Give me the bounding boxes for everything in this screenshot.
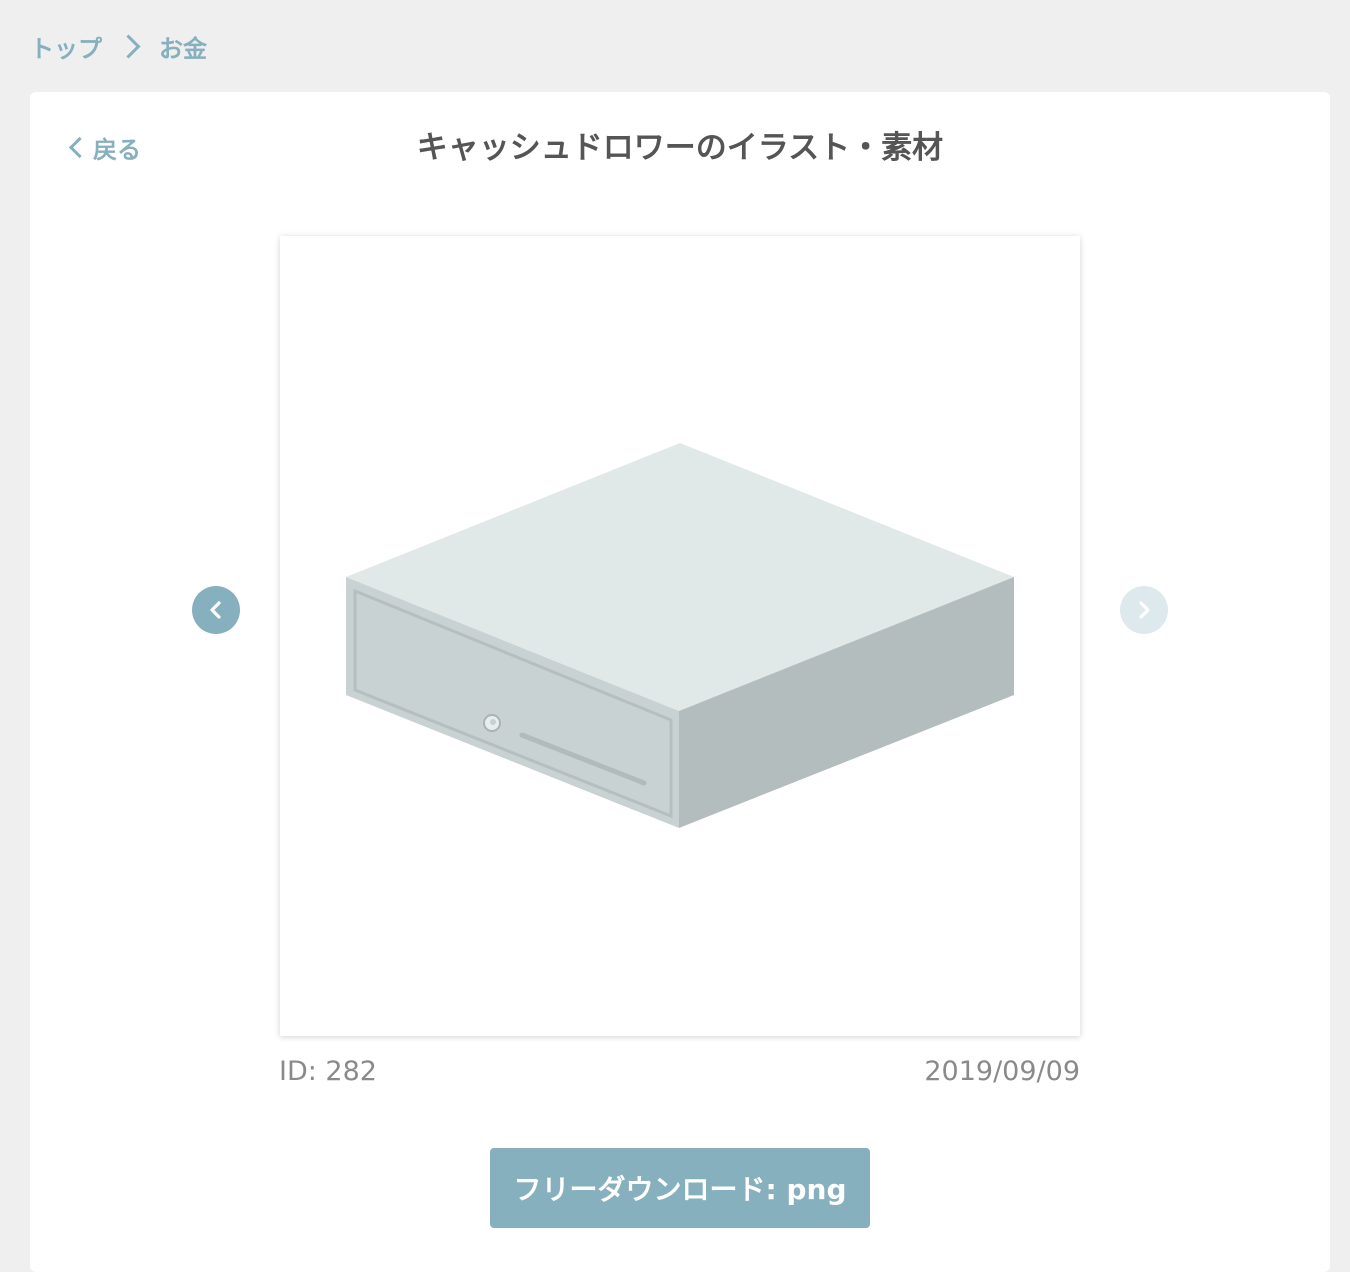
page-title: キャッシュドロワーのイラスト・素材 [416, 130, 944, 166]
image-id: ID: 282 [279, 1056, 377, 1087]
chevron-right-icon [1139, 601, 1150, 619]
content-card: 戻る キャッシュドロワーのイラスト・素材 ID: 282 2019/09/09 … [30, 92, 1330, 1272]
breadcrumb-item-money[interactable]: お金 [159, 29, 207, 64]
publish-date: 2019/09/09 [924, 1056, 1080, 1087]
previous-button[interactable] [192, 586, 240, 634]
breadcrumb: トップ お金 [30, 28, 207, 64]
next-button[interactable] [1120, 586, 1168, 634]
chevron-left-icon [210, 601, 221, 619]
illustration-frame [280, 236, 1080, 1036]
download-png-button[interactable]: フリーダウンロード: png [490, 1148, 870, 1228]
breadcrumb-item-top[interactable]: トップ [30, 29, 102, 64]
cash-drawer-illustration [346, 443, 1014, 828]
chevron-right-icon [116, 33, 141, 59]
